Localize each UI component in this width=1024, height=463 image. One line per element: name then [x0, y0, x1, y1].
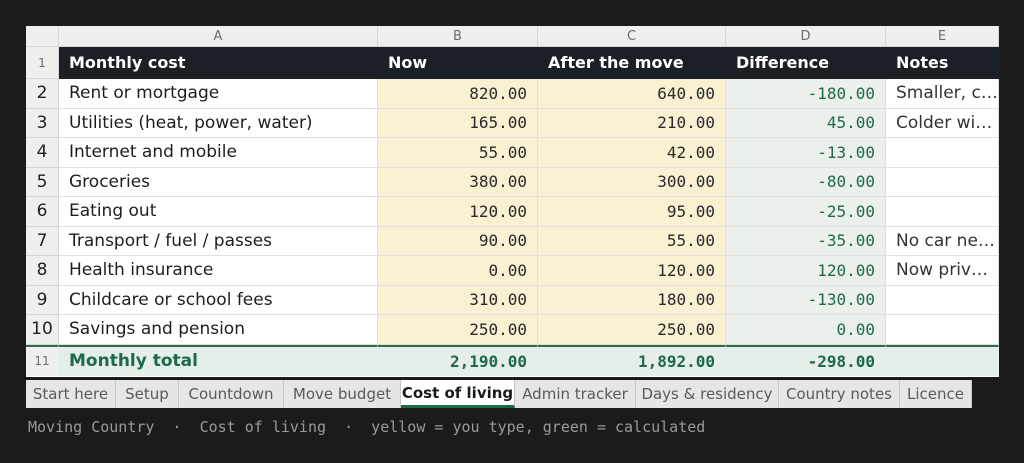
- table-row: 5 Groceries 380.00 300.00 -80.00: [26, 167, 999, 197]
- after-input-cell[interactable]: 55.00: [538, 226, 726, 256]
- label-cell[interactable]: Health insurance: [59, 256, 378, 286]
- now-input-cell[interactable]: 310.00: [378, 285, 538, 315]
- notes-cell[interactable]: [886, 315, 999, 345]
- footer-caption: Moving Country · Cost of living · yellow…: [28, 418, 706, 436]
- sheet-tab-setup[interactable]: Setup: [116, 380, 179, 408]
- header-cell-now[interactable]: Now: [378, 47, 538, 79]
- sheet-tab-days-residency[interactable]: Days & residency: [636, 380, 779, 408]
- sheet-tab-cost-of-living[interactable]: Cost of living: [401, 380, 515, 408]
- table-row: 8 Health insurance 0.00 120.00 120.00 Now pri…: [26, 256, 999, 286]
- difference-cell[interactable]: -13.00: [726, 138, 886, 168]
- table-row: 10 Savings and pension 250.00 250.00 0.00: [26, 315, 999, 345]
- total-after-cell[interactable]: 1,892.00: [538, 344, 726, 376]
- row-number[interactable]: 5: [26, 167, 59, 197]
- table-row: 3 Utilities (heat, power, water) 165.00 210…: [26, 108, 999, 138]
- difference-cell[interactable]: -130.00: [726, 285, 886, 315]
- label-cell[interactable]: Groceries: [59, 167, 378, 197]
- row-number[interactable]: 2: [26, 79, 59, 109]
- column-header-e[interactable]: E: [886, 26, 999, 47]
- notes-cell[interactable]: No car ne…: [886, 226, 999, 256]
- notes-cell[interactable]: Now priv…: [886, 256, 999, 286]
- row-number[interactable]: 10: [26, 315, 59, 345]
- row-number[interactable]: 6: [26, 197, 59, 227]
- difference-cell[interactable]: -25.00: [726, 197, 886, 227]
- sheet-tab-countdown[interactable]: Countdown: [179, 380, 284, 408]
- difference-cell[interactable]: 120.00: [726, 256, 886, 286]
- now-input-cell[interactable]: 165.00: [378, 108, 538, 138]
- select-all-corner[interactable]: [26, 26, 59, 47]
- now-input-cell[interactable]: 0.00: [378, 256, 538, 286]
- now-input-cell[interactable]: 90.00: [378, 226, 538, 256]
- table-row: 4 Internet and mobile 55.00 42.00 -13.00: [26, 138, 999, 168]
- total-difference-cell[interactable]: -298.00: [726, 344, 886, 376]
- row-number[interactable]: 9: [26, 285, 59, 315]
- after-input-cell[interactable]: 120.00: [538, 256, 726, 286]
- now-input-cell[interactable]: 250.00: [378, 315, 538, 345]
- label-cell[interactable]: Rent or mortgage: [59, 79, 378, 109]
- total-now-cell[interactable]: 2,190.00: [378, 344, 538, 376]
- label-cell[interactable]: Transport / fuel / passes: [59, 226, 378, 256]
- header-cell-notes[interactable]: Notes: [886, 47, 999, 79]
- after-input-cell[interactable]: 640.00: [538, 79, 726, 109]
- table-row: 2 Rent or mortgage 820.00 640.00 -180.00 Smal…: [26, 79, 999, 109]
- row-number[interactable]: 1: [26, 47, 59, 79]
- now-input-cell[interactable]: 380.00: [378, 167, 538, 197]
- difference-cell[interactable]: 45.00: [726, 108, 886, 138]
- header-cell-difference[interactable]: Difference: [726, 47, 886, 79]
- table-row: 7 Transport / fuel / passes 90.00 55.00 -35.…: [26, 226, 999, 256]
- header-cell-monthly-cost[interactable]: Monthly cost: [59, 47, 378, 79]
- after-input-cell[interactable]: 210.00: [538, 108, 726, 138]
- table-body: 2 Rent or mortgage 820.00 640.00 -180.00 Smal…: [26, 79, 999, 345]
- sheet-tab-licence[interactable]: Licence: [900, 380, 972, 408]
- row-number[interactable]: 7: [26, 226, 59, 256]
- row-number[interactable]: 3: [26, 108, 59, 138]
- sheet-tab-admin-tracker[interactable]: Admin tracker: [515, 380, 636, 408]
- now-input-cell[interactable]: 820.00: [378, 79, 538, 109]
- now-input-cell[interactable]: 120.00: [378, 197, 538, 227]
- table-header-row: 1 Monthly cost Now After the move Differ…: [26, 47, 999, 79]
- label-cell[interactable]: Childcare or school fees: [59, 285, 378, 315]
- difference-cell[interactable]: -180.00: [726, 79, 886, 109]
- total-notes-cell[interactable]: [886, 344, 999, 376]
- column-header-a[interactable]: A: [59, 26, 378, 47]
- total-label-cell[interactable]: Monthly total: [59, 344, 378, 376]
- spreadsheet-grid: A B C D E 1 Monthly cost Now After the m…: [26, 26, 999, 377]
- notes-cell[interactable]: [886, 285, 999, 315]
- total-row: 11 Monthly total 2,190.00 1,892.00 -298.…: [26, 344, 999, 376]
- column-header-c[interactable]: C: [538, 26, 726, 47]
- label-cell[interactable]: Utilities (heat, power, water): [59, 108, 378, 138]
- after-input-cell[interactable]: 250.00: [538, 315, 726, 345]
- column-header-row: A B C D E: [26, 26, 999, 47]
- sheet-tab-bar: Start here Setup Countdown Move budget Cost …: [26, 380, 972, 408]
- label-cell[interactable]: Savings and pension: [59, 315, 378, 345]
- notes-cell[interactable]: [886, 138, 999, 168]
- now-input-cell[interactable]: 55.00: [378, 138, 538, 168]
- row-number[interactable]: 4: [26, 138, 59, 168]
- row-number[interactable]: 11: [26, 344, 59, 376]
- table-row: 9 Childcare or school fees 310.00 180.00 -13…: [26, 285, 999, 315]
- column-header-d[interactable]: D: [726, 26, 886, 47]
- row-number[interactable]: 8: [26, 256, 59, 286]
- difference-cell[interactable]: -35.00: [726, 226, 886, 256]
- notes-cell[interactable]: Colder wi…: [886, 108, 999, 138]
- after-input-cell[interactable]: 180.00: [538, 285, 726, 315]
- notes-cell[interactable]: [886, 197, 999, 227]
- label-cell[interactable]: Internet and mobile: [59, 138, 378, 168]
- column-header-b[interactable]: B: [378, 26, 538, 47]
- label-cell[interactable]: Eating out: [59, 197, 378, 227]
- sheet-tab-country-notes[interactable]: Country notes: [779, 380, 900, 408]
- sheet-tab-move-budget[interactable]: Move budget: [284, 380, 401, 408]
- difference-cell[interactable]: -80.00: [726, 167, 886, 197]
- table-row: 6 Eating out 120.00 95.00 -25.00: [26, 197, 999, 227]
- difference-cell[interactable]: 0.00: [726, 315, 886, 345]
- after-input-cell[interactable]: 42.00: [538, 138, 726, 168]
- sheet-tab-start-here[interactable]: Start here: [26, 380, 116, 408]
- after-input-cell[interactable]: 300.00: [538, 167, 726, 197]
- header-cell-after[interactable]: After the move: [538, 47, 726, 79]
- notes-cell[interactable]: [886, 167, 999, 197]
- notes-cell[interactable]: Smaller, c…: [886, 79, 999, 109]
- after-input-cell[interactable]: 95.00: [538, 197, 726, 227]
